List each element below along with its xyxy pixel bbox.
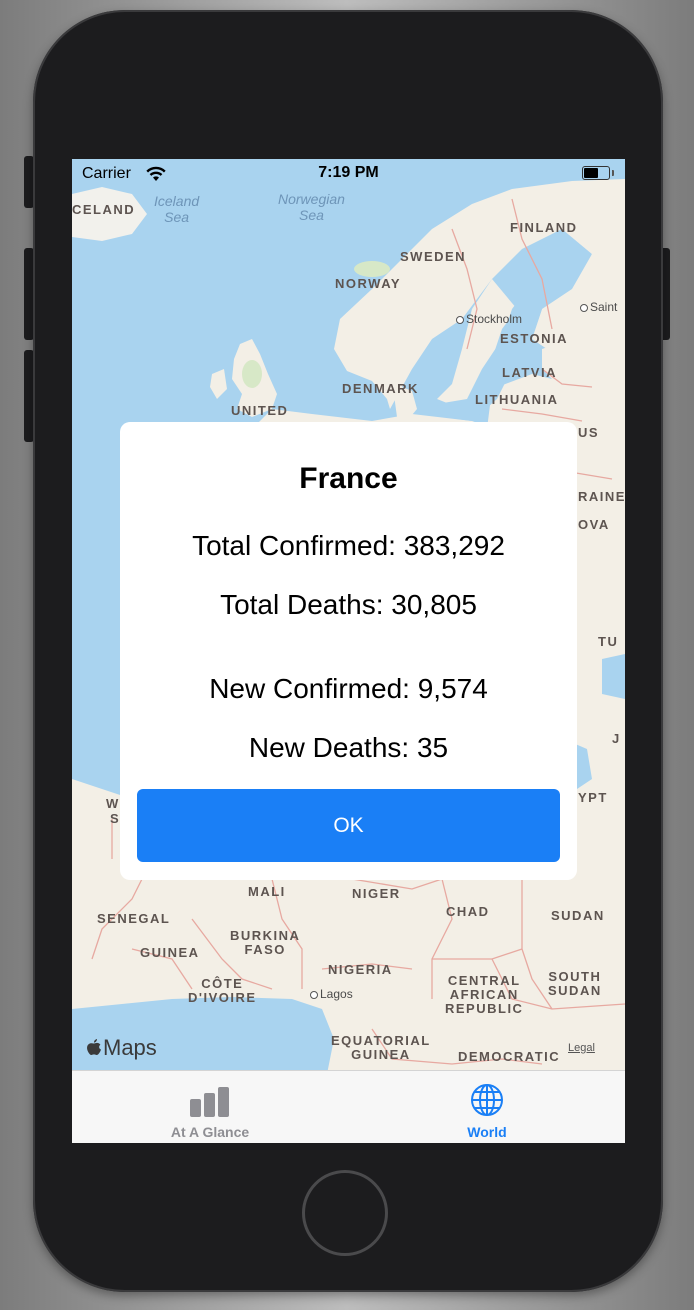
map-label-cote-divoire: CÔTE D'IVOIRE [188,976,257,1005]
map-label-chad: CHAD [446,904,490,919]
map-label-finland: FINLAND [510,220,578,235]
map-label-latvia: LATVIA [502,365,557,380]
map-label-iceland-sea: Iceland Sea [154,193,200,225]
map-label-mali: MALI [248,884,286,899]
map-label-jo-partial: J [612,731,621,746]
maps-attribution-label: Maps [103,1035,157,1060]
status-time: 7:19 PM [318,164,379,181]
screen: CELAND Iceland Sea Norwegian Sea FINLAND… [72,159,625,1143]
ok-button[interactable]: OK [137,789,560,862]
map-city-saint: Saint [580,300,617,314]
map-label-senegal: SENEGAL [97,911,171,926]
tab-world[interactable]: World [349,1071,625,1143]
map-label-raine-partial: RAINE [578,489,625,504]
map-label-niger: NIGER [352,886,401,901]
map-label-sudan: SUDAN [551,908,605,923]
map-label-ypt-partial: YPT [578,790,608,805]
new-confirmed-text: New Confirmed: 9,574 [209,673,488,704]
map-label-w-partial: W [106,796,120,811]
battery-icon [582,166,614,180]
map-label-united: UNITED [231,403,289,418]
map-city-saint-label: Saint [590,300,618,314]
map-label-tu-partial: TU [598,634,619,649]
tab-world-label: World [467,1124,507,1140]
tab-at-a-glance[interactable]: At A Glance [72,1071,348,1143]
map-label-south-sudan: SOUTH SUDAN [548,969,602,998]
maps-attribution[interactable]: Maps [86,1035,157,1061]
map-label-denmark: DENMARK [342,381,419,396]
map-city-stockholm: Stockholm [456,312,522,326]
new-deaths-text: New Deaths: 35 [248,732,449,763]
city-dot-icon [456,315,464,324]
total-deaths-text: Total Deaths: 30,805 [220,589,477,620]
map-label-estonia: ESTONIA [500,331,569,346]
map-label-lithuania: LITHUANIA [475,392,559,407]
map-label-iceland: CELAND [72,202,136,217]
city-dot-icon [580,303,588,312]
map-city-lagos-label: Lagos [320,987,353,1001]
alert-title: France [299,462,398,495]
bar-chart-icon [190,1087,229,1117]
map-label-norwegian-sea: Norwegian Sea [278,191,345,223]
map-label-nigeria: NIGERIA [328,962,393,977]
home-button[interactable] [302,1170,388,1256]
map-label-guinea: GUINEA [140,945,200,960]
map-label-equatorial-guinea: EQUATORIAL GUINEA [331,1033,431,1062]
tab-at-a-glance-label: At A Glance [170,1124,250,1140]
globe-icon [471,1084,503,1116]
legal-link[interactable]: Legal [568,1042,595,1054]
apple-logo-icon [87,1038,101,1055]
map-label-central-african-republic: CENTRAL AFRICAN REPUBLIC [445,973,524,1016]
map-city-stockholm-label: Stockholm [466,312,523,326]
map-label-democratic: DEMOCRATIC [458,1049,561,1064]
country-stats-alert: France Total Confirmed: 383,292 Total De… [120,422,577,880]
map-label-us-partial: US [578,425,600,440]
map-city-lagos: Lagos [310,987,353,1001]
map-label-burkina-faso: BURKINA FASO [230,928,301,957]
city-dot-icon [310,990,318,999]
map-label-sweden: SWEDEN [400,249,467,264]
total-confirmed-text: Total Confirmed: 383,292 [192,530,505,561]
tab-bar: At A Glance World [72,1070,625,1143]
status-bar: Carrier 7:19 PM [72,159,625,189]
map-label-ova-partial: OVA [578,517,610,532]
map-label-s-partial: S [110,811,121,826]
map-label-norway: NORWAY [335,276,402,291]
